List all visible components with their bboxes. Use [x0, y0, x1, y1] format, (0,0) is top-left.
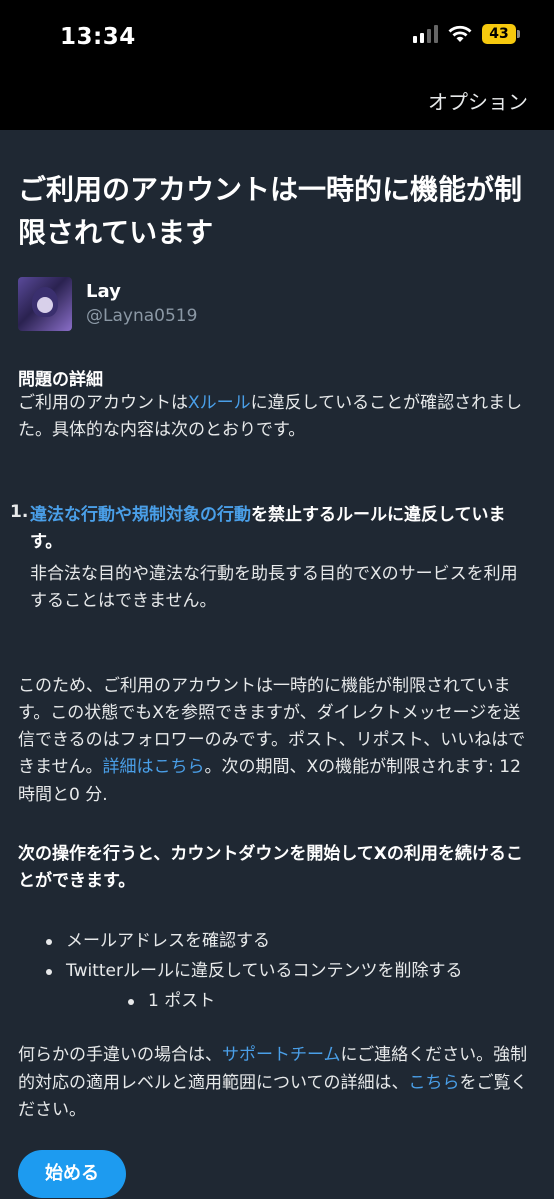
display-name: Lay — [86, 281, 121, 303]
account-profile: Lay @Layna0519 — [18, 276, 534, 331]
action-heading: 次の操作を行うと、カウントダウンを開始してXの利用を続けることができます。 — [18, 843, 523, 892]
contact-text-part: 何らかの手違いの場合は、 — [18, 1045, 222, 1066]
status-icons: 43 — [413, 24, 520, 44]
avatar — [18, 276, 72, 331]
list-item: Twitterルールに違反しているコンテンツを削除する — [18, 957, 534, 987]
list-item: 1 ポスト — [18, 987, 534, 1017]
top-header: オプション — [0, 78, 554, 130]
violation-title: 違法な行動や規制対象の行動を禁止するルールに違反しています。 — [30, 502, 534, 556]
status-time: 13:34 — [60, 24, 136, 50]
here-link[interactable]: こちら — [409, 1073, 460, 1093]
wifi-icon — [448, 25, 472, 42]
violation-description: 非合法な目的や違法な行動を助長する目的でXのサービスを利用することはできません。 — [30, 563, 518, 611]
list-item: メールアドレスを確認する — [18, 927, 534, 957]
main-content: ご利用のアカウントは一時的に機能が制限されています Lay @Layna0519… — [10, 130, 534, 1199]
battery-icon: 43 — [482, 24, 520, 44]
details-heading: 問題の詳細 — [18, 369, 103, 390]
status-bar: 13:34 43 — [0, 0, 554, 78]
details-text: ご利用のアカウントはXルールに違反していることが確認されました。具体的な内容は次… — [18, 390, 534, 444]
violation-list-item: 1. 違法な行動や規制対象の行動を禁止するルールに違反しています。 非合法な目的… — [10, 502, 534, 615]
start-button[interactable]: 始める — [18, 1150, 126, 1199]
details-link[interactable]: 詳細はこちら — [103, 757, 205, 777]
violation-link[interactable]: 違法な行動や規制対象の行動 — [30, 505, 251, 525]
action-list: メールアドレスを確認する Twitterルールに違反しているコンテンツを削除する… — [18, 927, 534, 1016]
details-text-part: ご利用のアカウントは — [18, 392, 188, 413]
x-rules-link[interactable]: Xルール — [188, 393, 251, 413]
page-title: ご利用のアカウントは一時的に機能が制限されています — [18, 173, 523, 250]
support-team-link[interactable]: サポートチーム — [222, 1045, 341, 1065]
contact-text: 何らかの手違いの場合は、サポートチームにご連絡ください。強制的対応の適用レベルと… — [18, 1042, 534, 1124]
list-number: 1. — [10, 502, 29, 523]
options-button[interactable]: オプション — [428, 86, 528, 115]
restriction-text: このため、ご利用のアカウントは一時的に機能が制限されています。この状態でもXを参… — [18, 673, 534, 809]
cellular-signal-icon — [413, 25, 438, 43]
user-handle: @Layna0519 — [86, 306, 198, 327]
